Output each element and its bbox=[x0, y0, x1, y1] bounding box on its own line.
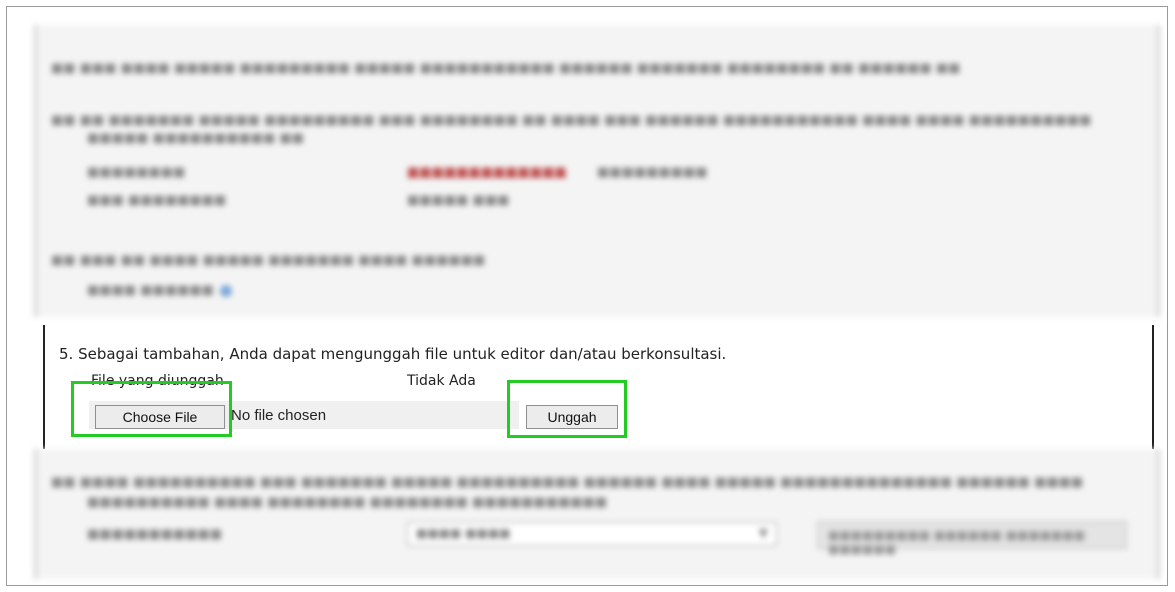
step5-instruction: 5. Sebagai tambahan, Anda dapat mengungg… bbox=[59, 345, 727, 363]
review-page-frame: ■■ ■■■ ■■■■ ■■■■■ ■■■■■■■■■ ■■■■■ ■■■■■■… bbox=[6, 6, 1168, 586]
blurred-upper-steps: ■■ ■■■ ■■■■ ■■■■■ ■■■■■■■■■ ■■■■■ ■■■■■■… bbox=[34, 25, 1160, 317]
blurred-lower-steps: ■■ ■■■■ ■■■■■■■■■■ ■■■ ■■■■■■■ ■■■■■ ■■■… bbox=[34, 449, 1160, 579]
upload-step-section: 5. Sebagai tambahan, Anda dapat mengungg… bbox=[43, 325, 1154, 449]
choose-file-button[interactable]: Choose File bbox=[95, 405, 225, 429]
upload-button[interactable]: Unggah bbox=[526, 405, 618, 429]
uploaded-file-label: File yang diunggah bbox=[91, 373, 224, 389]
no-file-chosen-text: No file chosen bbox=[231, 407, 327, 424]
uploaded-file-value: Tidak Ada bbox=[407, 373, 476, 389]
